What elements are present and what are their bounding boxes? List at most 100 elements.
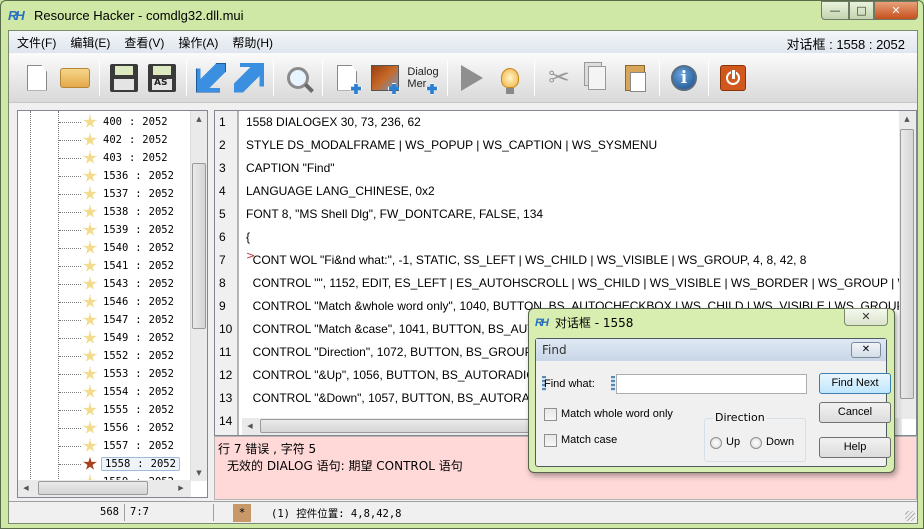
tree-item[interactable]: 1549:2052 xyxy=(59,329,174,347)
tree-item[interactable]: 1554:2052 xyxy=(59,383,174,401)
tree-item[interactable]: 402:2052 xyxy=(59,131,168,149)
tree-connector xyxy=(59,211,81,213)
menu-view[interactable]: 查看(V) xyxy=(117,34,171,51)
dialog-preview-window[interactable]: RH 对话框 - 1558 ✕ Find ✕ Find what: Find N… xyxy=(528,308,895,473)
exit-icon xyxy=(720,64,746,91)
cut-button[interactable]: ✂ xyxy=(541,58,577,98)
save-icon xyxy=(110,63,138,92)
tree-item[interactable]: 1553:2052 xyxy=(59,365,174,383)
scroll-up-arrow-icon[interactable]: ▲ xyxy=(899,111,915,127)
close-button[interactable]: ✕ xyxy=(874,1,918,20)
code-line[interactable]: CONTROL "Direction", 1072, BUTTON, BS_GR… xyxy=(246,345,558,359)
tree-item[interactable]: 1543:2052 xyxy=(59,275,174,293)
tree-connector xyxy=(59,463,81,465)
tree-item[interactable]: 1536:2052 xyxy=(59,167,174,185)
tree-item[interactable]: 1547:2052 xyxy=(59,311,174,329)
tree-item[interactable]: 1546:2052 xyxy=(59,293,174,311)
tree-item[interactable]: 1557:2052 xyxy=(59,437,174,455)
scroll-right-arrow-icon[interactable]: ▶ xyxy=(173,480,189,496)
preview-title-bar[interactable]: RH 对话框 - 1558 xyxy=(535,314,633,331)
code-line[interactable]: 1558 DIALOGEX 30, 73, 236, 62 xyxy=(246,115,421,129)
cancel-button[interactable]: Cancel xyxy=(819,402,891,423)
menu-edit[interactable]: 编辑(E) xyxy=(63,34,117,51)
line-number-gutter: 1 2 3 4 5 6 7 8 9 10 11 12 13 14 xyxy=(215,111,239,435)
tree-connector xyxy=(59,193,81,195)
dialog-merger-button[interactable]: Dialog Mer xyxy=(405,58,441,98)
code-line[interactable]: CONT WOL "Fi&nd what:", -1, STATIC, SS_L… xyxy=(246,253,807,267)
editor-vertical-scrollbar[interactable]: ▲ xyxy=(899,111,916,419)
import-button[interactable] xyxy=(193,58,229,98)
compile-button[interactable] xyxy=(454,58,490,98)
title-bar[interactable]: RH Resource Hacker - comdlg32.dll.mui — … xyxy=(1,1,923,30)
maximize-button[interactable]: □ xyxy=(849,1,874,20)
tree-guide-line xyxy=(30,111,31,481)
paste-icon xyxy=(625,64,646,92)
tree-item-label: 1556:2052 xyxy=(103,422,174,434)
tree-item[interactable]: 1538:2052 xyxy=(59,203,174,221)
code-line[interactable]: { xyxy=(246,230,250,244)
find-next-button[interactable]: Find Next xyxy=(819,373,891,394)
find-button[interactable] xyxy=(280,58,316,98)
match-whole-word-checkbox[interactable] xyxy=(544,408,557,421)
find-dialog-close-button[interactable]: ✕ xyxy=(851,342,881,358)
save-button[interactable] xyxy=(106,58,142,98)
scroll-thumb[interactable] xyxy=(38,481,148,495)
status-divider xyxy=(124,504,125,521)
add-blank-resource-button[interactable] xyxy=(329,58,365,98)
hint-button[interactable] xyxy=(492,58,528,98)
export-button[interactable] xyxy=(231,58,267,98)
scroll-up-arrow-icon[interactable]: ▲ xyxy=(191,111,207,127)
code-line[interactable]: STYLE DS_MODALFRAME | WS_POPUP | WS_CAPT… xyxy=(246,138,657,152)
down-radio[interactable] xyxy=(750,437,762,449)
code-line[interactable]: CONTROL "", 1152, EDIT, ES_LEFT | ES_AUT… xyxy=(246,276,916,290)
code-line[interactable]: FONT 8, "MS Shell Dlg", FW_DONTCARE, FAL… xyxy=(246,207,543,221)
tree-item[interactable]: 1556:2052 xyxy=(59,419,174,437)
tree-item[interactable]: 1537:2052 xyxy=(59,185,174,203)
about-button[interactable]: i xyxy=(666,58,702,98)
save-as-button[interactable]: AS xyxy=(144,58,180,98)
tree-item[interactable]: 403:2052 xyxy=(59,149,168,167)
up-radio[interactable] xyxy=(710,437,722,449)
scroll-thumb[interactable] xyxy=(192,163,206,329)
preview-close-button[interactable]: ✕ xyxy=(844,308,888,326)
toolbar-separator xyxy=(708,59,709,96)
scroll-left-arrow-icon[interactable]: ◀ xyxy=(18,480,34,496)
resize-grip[interactable] xyxy=(905,511,915,521)
help-button[interactable]: Help xyxy=(819,437,891,458)
status-line-col: 7:7 xyxy=(130,506,149,518)
minimize-button[interactable]: — xyxy=(821,1,849,20)
scroll-thumb[interactable] xyxy=(900,129,914,399)
tree-item[interactable]: 1541:2052 xyxy=(59,257,174,275)
open-button[interactable] xyxy=(57,58,93,98)
paste-button[interactable] xyxy=(617,58,653,98)
find-what-label[interactable]: Find what: xyxy=(544,378,595,390)
copy-button[interactable] xyxy=(579,58,615,98)
tree-item[interactable]: 1555:2052 xyxy=(59,401,174,419)
scroll-down-arrow-icon[interactable]: ▼ xyxy=(191,465,207,481)
tree-item[interactable]: 1558:2052 xyxy=(59,455,180,473)
selection-handle[interactable] xyxy=(611,376,615,391)
resource-tree[interactable]: 400:2052 402:2052 403:2052 1536:2052 1537:20… xyxy=(17,110,208,498)
export-arrow-icon xyxy=(234,62,264,93)
dialog-resource-icon xyxy=(83,205,97,218)
code-line[interactable]: LANGUAGE LANG_CHINESE, 0x2 xyxy=(246,184,435,198)
exit-button[interactable] xyxy=(715,58,751,98)
add-blank-resource-icon xyxy=(337,64,357,91)
scroll-left-arrow-icon[interactable]: ◀ xyxy=(242,418,258,434)
menu-action[interactable]: 操作(A) xyxy=(171,34,225,51)
tree-item[interactable]: 400:2052 xyxy=(59,113,168,131)
tree-item[interactable]: 1540:2052 xyxy=(59,239,174,257)
menu-help[interactable]: 帮助(H) xyxy=(225,34,280,51)
match-case-checkbox[interactable] xyxy=(544,434,557,447)
tree-connector xyxy=(59,355,81,357)
find-what-input[interactable] xyxy=(616,374,807,394)
code-line[interactable]: CAPTION "Find" xyxy=(246,161,335,175)
tree-horizontal-scrollbar[interactable]: ◀ ▶ xyxy=(18,480,191,497)
tree-item[interactable]: 1552:2052 xyxy=(59,347,174,365)
add-image-resource-button[interactable] xyxy=(367,58,403,98)
tree-vertical-scrollbar[interactable]: ▲ ▼ xyxy=(190,111,207,481)
tree-item[interactable]: 1539:2052 xyxy=(59,221,174,239)
dialog-resource-icon xyxy=(83,115,97,128)
new-button[interactable] xyxy=(19,58,55,98)
menu-file[interactable]: 文件(F) xyxy=(9,34,63,51)
